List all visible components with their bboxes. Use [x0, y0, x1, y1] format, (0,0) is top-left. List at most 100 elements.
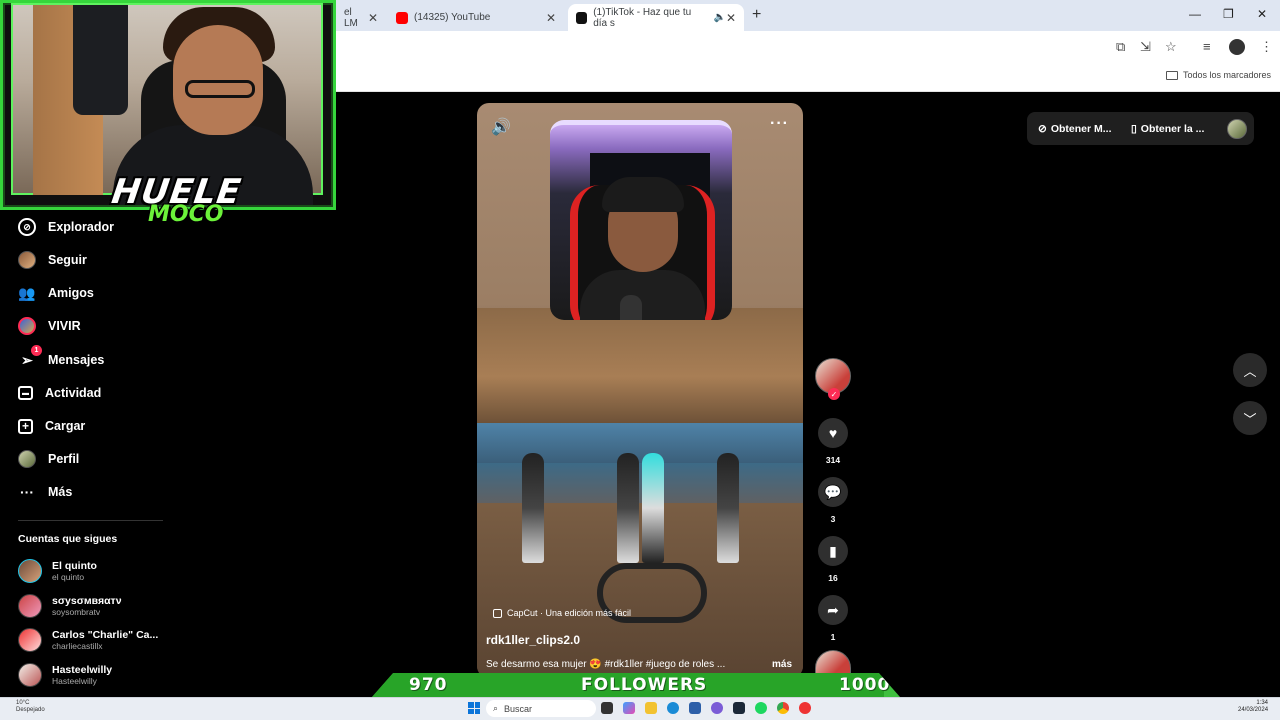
- plus-icon[interactable]: +: [752, 6, 761, 24]
- task-view-icon[interactable]: [601, 702, 613, 714]
- heart-icon[interactable]: ♥: [818, 418, 848, 448]
- volume-icon[interactable]: 🔊: [491, 117, 511, 137]
- tab-1[interactable]: el LM ✕: [336, 4, 386, 31]
- notification-badge: 1: [31, 345, 42, 356]
- close-icon[interactable]: ✕: [368, 11, 378, 25]
- compass-icon: ⊘: [18, 218, 36, 236]
- capcut-icon: [493, 608, 502, 618]
- followers-goal-bar: 970 FOLLOWERS 1000: [372, 673, 900, 697]
- discord-icon[interactable]: [711, 702, 723, 714]
- all-bookmarks[interactable]: Todos los marcadores: [1166, 70, 1271, 80]
- account-handle: Hasteelwilly: [52, 676, 97, 686]
- translate-icon[interactable]: ⧉: [1116, 39, 1125, 55]
- account-name: Carlos "Charlie" Ca...: [52, 629, 159, 641]
- chrome-icon[interactable]: [777, 702, 789, 714]
- profile-avatar-icon: [18, 450, 36, 468]
- goal-target: 1000: [839, 675, 891, 695]
- sidebar-item-vivir[interactable]: VIVIR: [18, 314, 81, 338]
- tab-tiktok[interactable]: (1)TikTok - Haz que tu día s 🔈 ✕: [568, 4, 744, 31]
- close-icon[interactable]: ✕: [726, 11, 736, 25]
- ellipsis-icon: ···: [20, 484, 34, 500]
- get-app-button-1[interactable]: ⊘ Obtener M...: [1038, 123, 1112, 135]
- sidebar-item-label: Perfil: [48, 452, 80, 466]
- chevron-up-icon[interactable]: ︿: [1233, 353, 1267, 387]
- description-text: Se desarmo esa mujer 😍 #rdk1ller #juego …: [486, 659, 726, 670]
- get-app-1-label: Obtener M...: [1050, 122, 1112, 135]
- like-count: 314: [825, 455, 841, 465]
- user-avatar[interactable]: [1227, 118, 1247, 139]
- taskbar: [0, 697, 1280, 720]
- menu-icon[interactable]: ⋮: [1260, 39, 1273, 55]
- sidebar-item-label: Mensajes: [48, 353, 105, 367]
- windows-start-icon[interactable]: [468, 702, 480, 714]
- followed-account[interactable]: sσуsσмвяαтν soysombratv: [18, 594, 122, 618]
- capcut-tag[interactable]: CapCut · Una edición más fácil: [493, 608, 631, 618]
- creator-avatar[interactable]: ✓: [815, 358, 851, 400]
- sidebar-item-explorador[interactable]: ⊘ Explorador: [18, 215, 114, 239]
- profile-avatar[interactable]: [1229, 39, 1245, 55]
- message-box-icon: ▬: [18, 386, 33, 400]
- avatar: [18, 663, 42, 687]
- media-icon[interactable]: ≡: [1203, 39, 1211, 54]
- more-options-icon[interactable]: ···: [770, 115, 789, 133]
- next-creator-avatar[interactable]: [815, 650, 851, 676]
- share-action[interactable]: ➦ 1: [818, 595, 848, 642]
- taskbar-search[interactable]: ⌕ Buscar: [486, 700, 596, 717]
- video-player[interactable]: 🔊 ··· CapCut · Una edición más fácil rdk…: [477, 103, 803, 678]
- video-username[interactable]: rdk1ller_clips2.0: [486, 633, 580, 647]
- weather-widget[interactable]: 10°C Despejado: [16, 700, 45, 714]
- divider: [18, 520, 163, 521]
- window-close-icon[interactable]: ✕: [1257, 7, 1267, 21]
- steam-icon[interactable]: [733, 702, 745, 714]
- minimize-icon[interactable]: —: [1189, 7, 1201, 21]
- sidebar-item-cargar[interactable]: + Cargar: [18, 414, 85, 438]
- system-clock[interactable]: 1:34 24/03/2024: [1238, 700, 1268, 714]
- sidebar-item-label: Seguir: [48, 253, 87, 267]
- chevron-down-icon[interactable]: ﹀: [1233, 401, 1267, 435]
- comment-icon[interactable]: 💬: [818, 477, 848, 507]
- sidebar-item-perfil[interactable]: Perfil: [18, 447, 79, 471]
- bookmark-icon[interactable]: ▮: [818, 536, 848, 566]
- star-icon[interactable]: ☆: [1165, 39, 1177, 55]
- restore-icon[interactable]: ❐: [1223, 7, 1234, 21]
- more-link[interactable]: más: [772, 659, 792, 670]
- followed-account[interactable]: Carlos "Charlie" Ca... charliecastillx: [18, 628, 158, 652]
- close-icon[interactable]: ✕: [546, 11, 556, 25]
- avatar: [18, 594, 42, 618]
- sidebar-item-actividad[interactable]: ▬ Actividad: [18, 381, 101, 405]
- spotify-icon[interactable]: [755, 702, 767, 714]
- speaker-icon[interactable]: 🔈: [713, 12, 725, 23]
- streamer-cam: [550, 120, 732, 320]
- sidebar-item-label: Explorador: [48, 220, 114, 234]
- tab-youtube[interactable]: (14325) YouTube ✕: [388, 4, 564, 31]
- sidebar-item-mensajes[interactable]: ➢ 1 Mensajes: [18, 345, 105, 372]
- tab-1-label: el LM: [344, 6, 358, 29]
- followed-account[interactable]: El quinto el quinto: [18, 559, 97, 583]
- file-explorer-icon[interactable]: [645, 702, 657, 714]
- weather-desc: Despejado: [16, 707, 45, 713]
- install-icon[interactable]: ⇲: [1140, 39, 1151, 55]
- sidebar-item-amigos[interactable]: 👥 Amigos: [18, 281, 94, 305]
- save-action[interactable]: ▮ 16: [818, 536, 848, 583]
- copilot-icon[interactable]: [623, 702, 635, 714]
- get-app-button-2[interactable]: ▯ Obtener la ...: [1131, 123, 1204, 135]
- obs-icon[interactable]: [799, 702, 811, 714]
- account-handle: el quinto: [52, 572, 85, 582]
- edge-icon[interactable]: [667, 702, 679, 714]
- search-icon: ⌕: [493, 703, 499, 713]
- sidebar-item-seguir[interactable]: Seguir: [18, 248, 87, 272]
- plus-square-icon: +: [18, 418, 33, 434]
- followed-account[interactable]: Hasteelwilly Hasteelwilly: [18, 663, 112, 687]
- sidebar-item-mas[interactable]: ··· Más: [18, 480, 72, 504]
- all-bookmarks-label: Todos los marcadores: [1183, 70, 1272, 80]
- weather-temp: 10°C: [16, 700, 30, 706]
- store-icon[interactable]: [689, 702, 701, 714]
- save-count: 16: [828, 573, 838, 583]
- follow-check-icon[interactable]: ✓: [828, 388, 840, 400]
- share-icon[interactable]: ➦: [818, 595, 848, 625]
- like-action[interactable]: ♥ 314: [818, 418, 848, 465]
- sidebar-item-label: Actividad: [45, 386, 102, 400]
- comment-action[interactable]: 💬 3: [818, 477, 848, 524]
- people-icon: 👥: [18, 284, 36, 301]
- tiktok-icon: [576, 11, 588, 24]
